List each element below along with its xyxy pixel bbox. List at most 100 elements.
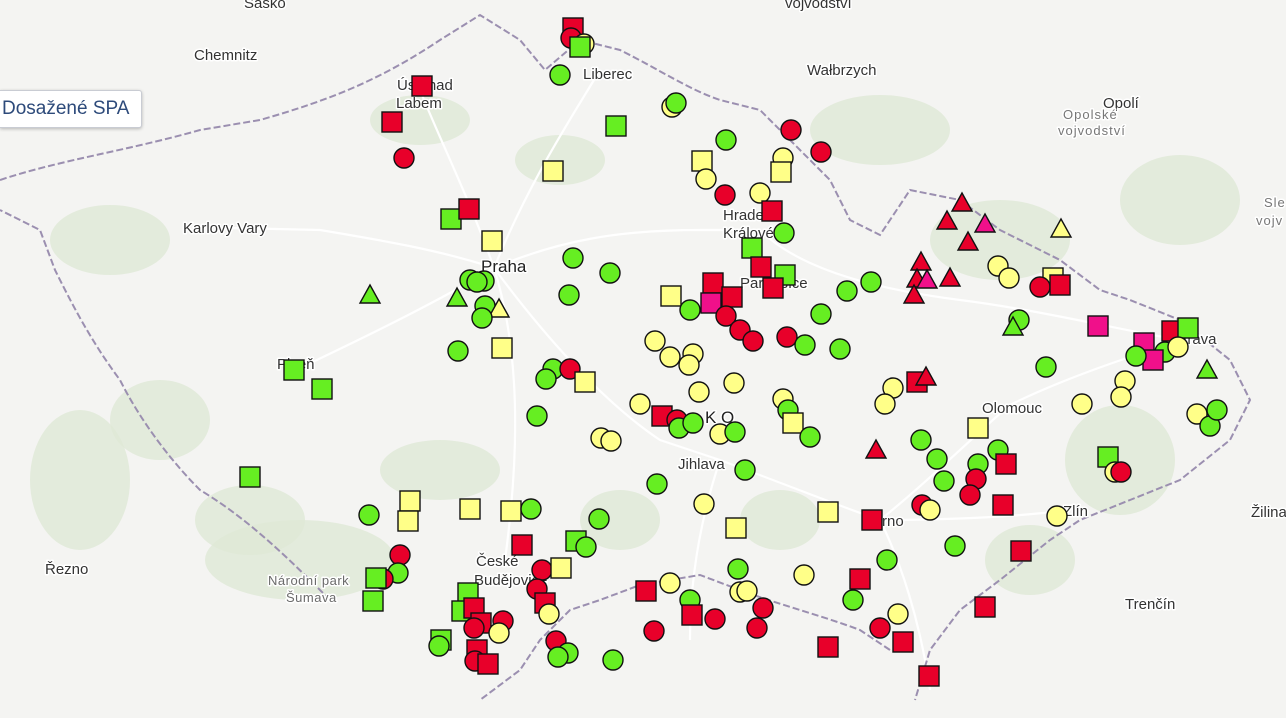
red-circle-marker[interactable] [389, 544, 411, 566]
red-circle-marker[interactable] [776, 326, 798, 348]
red-circle-marker[interactable] [393, 147, 415, 169]
red-square-marker[interactable] [861, 509, 883, 531]
red-circle-marker[interactable] [742, 330, 764, 352]
green-square-marker[interactable] [365, 567, 387, 589]
red-triangle-marker[interactable] [950, 191, 974, 212]
yellow-circle-marker[interactable] [998, 267, 1020, 289]
red-square-marker[interactable] [721, 286, 743, 308]
red-circle-marker[interactable] [746, 617, 768, 639]
red-square-marker[interactable] [411, 75, 433, 97]
yellow-square-marker[interactable] [459, 498, 481, 520]
yellow-square-marker[interactable] [550, 557, 572, 579]
green-square-marker[interactable] [239, 466, 261, 488]
red-square-marker[interactable] [477, 653, 499, 675]
red-square-marker[interactable] [1010, 540, 1032, 562]
green-circle-marker[interactable] [471, 307, 493, 329]
yellow-circle-marker[interactable] [793, 564, 815, 586]
red-square-marker[interactable] [1049, 274, 1071, 296]
green-triangle-marker[interactable] [445, 286, 469, 307]
green-circle-marker[interactable] [773, 222, 795, 244]
yellow-circle-marker[interactable] [749, 182, 771, 204]
red-square-marker[interactable] [995, 453, 1017, 475]
red-square-marker[interactable] [761, 200, 783, 222]
red-circle-marker[interactable] [1110, 461, 1132, 483]
green-circle-marker[interactable] [562, 247, 584, 269]
green-circle-marker[interactable] [588, 508, 610, 530]
red-square-marker[interactable] [974, 596, 996, 618]
red-square-marker[interactable] [750, 256, 772, 278]
green-triangle-marker[interactable] [1195, 358, 1219, 379]
green-circle-marker[interactable] [727, 558, 749, 580]
yellow-circle-marker[interactable] [887, 603, 909, 625]
yellow-square-marker[interactable] [397, 510, 419, 532]
green-circle-marker[interactable] [799, 426, 821, 448]
green-circle-marker[interactable] [466, 271, 488, 293]
red-triangle-marker[interactable] [864, 438, 888, 459]
red-square-marker[interactable] [635, 580, 657, 602]
red-circle-marker[interactable] [869, 617, 891, 639]
green-square-marker[interactable] [362, 590, 384, 612]
red-square-marker[interactable] [892, 631, 914, 653]
yellow-square-marker[interactable] [542, 160, 564, 182]
red-circle-marker[interactable] [531, 559, 553, 581]
yellow-square-marker[interactable] [725, 517, 747, 539]
yellow-circle-marker[interactable] [1071, 393, 1093, 415]
green-circle-marker[interactable] [836, 280, 858, 302]
red-square-marker[interactable] [849, 568, 871, 590]
green-circle-marker[interactable] [715, 129, 737, 151]
yellow-circle-marker[interactable] [919, 499, 941, 521]
green-circle-marker[interactable] [558, 284, 580, 306]
green-circle-marker[interactable] [428, 635, 450, 657]
green-circle-marker[interactable] [876, 549, 898, 571]
magenta-square-marker[interactable] [1087, 315, 1109, 337]
red-square-marker[interactable] [511, 534, 533, 556]
green-circle-marker[interactable] [794, 334, 816, 356]
green-square-marker[interactable] [1177, 317, 1199, 339]
red-square-marker[interactable] [918, 665, 940, 687]
yellow-square-marker[interactable] [574, 371, 596, 393]
red-square-marker[interactable] [458, 198, 480, 220]
green-circle-marker[interactable] [926, 448, 948, 470]
yellow-circle-marker[interactable] [659, 572, 681, 594]
red-circle-marker[interactable] [752, 597, 774, 619]
yellow-circle-marker[interactable] [538, 603, 560, 625]
yellow-circle-marker[interactable] [1167, 336, 1189, 358]
red-square-marker[interactable] [762, 277, 784, 299]
yellow-circle-marker[interactable] [693, 493, 715, 515]
green-circle-marker[interactable] [1125, 345, 1147, 367]
yellow-circle-marker[interactable] [488, 622, 510, 644]
yellow-square-marker[interactable] [660, 285, 682, 307]
yellow-square-marker[interactable] [399, 490, 421, 512]
red-circle-marker[interactable] [714, 184, 736, 206]
red-circle-marker[interactable] [780, 119, 802, 141]
yellow-square-marker[interactable] [491, 337, 513, 359]
green-circle-marker[interactable] [447, 340, 469, 362]
red-square-marker[interactable] [992, 494, 1014, 516]
green-circle-marker[interactable] [599, 262, 621, 284]
red-circle-marker[interactable] [643, 620, 665, 642]
green-circle-marker[interactable] [547, 646, 569, 668]
red-circle-marker[interactable] [704, 608, 726, 630]
green-circle-marker[interactable] [860, 271, 882, 293]
red-square-marker[interactable] [702, 272, 724, 294]
green-square-marker[interactable] [741, 237, 763, 259]
yellow-circle-marker[interactable] [695, 168, 717, 190]
red-square-marker[interactable] [681, 604, 703, 626]
green-square-marker[interactable] [440, 208, 462, 230]
yellow-square-marker[interactable] [817, 501, 839, 523]
red-circle-marker[interactable] [1029, 276, 1051, 298]
green-circle-marker[interactable] [933, 470, 955, 492]
green-square-marker[interactable] [311, 378, 333, 400]
green-circle-marker[interactable] [358, 504, 380, 526]
green-circle-marker[interactable] [1035, 356, 1057, 378]
green-square-marker[interactable] [569, 36, 591, 58]
red-square-marker[interactable] [817, 636, 839, 658]
green-circle-marker[interactable] [665, 92, 687, 114]
yellow-circle-marker[interactable] [688, 381, 710, 403]
yellow-square-marker[interactable] [782, 412, 804, 434]
yellow-square-marker[interactable] [770, 161, 792, 183]
green-circle-marker[interactable] [575, 536, 597, 558]
yellow-circle-marker[interactable] [678, 354, 700, 376]
green-square-marker[interactable] [605, 115, 627, 137]
yellow-circle-marker[interactable] [600, 430, 622, 452]
